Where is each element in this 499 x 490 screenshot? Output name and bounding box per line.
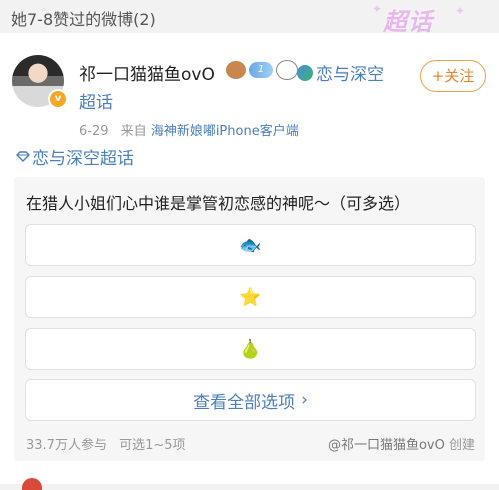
poll-card: 在猎人小姐们心中谁是掌管初恋感的神呢～（可多选） 🐟 ⭐ 🍐 查看全部选项 › … — [14, 177, 485, 461]
user-badges: 1 — [226, 60, 298, 80]
topic-tag-label: 恋与深空超话 — [32, 149, 134, 169]
created-suffix: 创建 — [448, 438, 475, 453]
topic-link[interactable]: 恋与深空 — [297, 60, 384, 85]
diamond-icon — [16, 151, 30, 162]
chevron-right-icon: › — [301, 390, 308, 410]
participant-count: 33.7万人参与 — [26, 438, 107, 453]
topic-suffix[interactable]: 超话 — [79, 88, 113, 113]
topic-name: 恋与深空 — [316, 65, 384, 85]
poll-option-3[interactable]: 🍐 — [25, 328, 476, 370]
topic-tag[interactable]: 恋与深空超话 — [16, 144, 134, 169]
source-prefix: 来自 — [120, 124, 147, 139]
post-meta: 6-29 来自 海神新娘嘟iPhone客户端 — [79, 120, 299, 139]
panda-icon — [276, 60, 298, 80]
sparkle-icon: ✦ — [455, 4, 466, 18]
follow-button[interactable]: +关注 — [420, 60, 486, 92]
poll-stats: 33.7万人参与 可选1~5项 — [26, 434, 186, 453]
sparkle-icon: ✦ — [372, 2, 383, 16]
username[interactable]: 祁一口猫猫鱼ovO — [79, 60, 215, 85]
liked-posts-title: 她7-8赞过的微博(2) — [11, 10, 156, 29]
star-icon: ⭐ — [239, 286, 262, 308]
view-all-label: 查看全部选项 — [193, 392, 296, 413]
post-date: 6-29 — [79, 124, 109, 139]
chaohua-badge: 超话 — [383, 8, 433, 36]
choice-rule: 可选1~5项 — [119, 438, 186, 453]
verified-badge-icon: v — [48, 89, 68, 109]
poll-option-1[interactable]: 🐟 — [25, 224, 476, 266]
creator-link[interactable]: @祁一口猫猫鱼ovO — [328, 438, 445, 453]
topic-icon — [297, 64, 313, 81]
poll-question: 在猎人小姐们心中谁是掌管初恋感的神呢～（可多选） — [26, 194, 411, 213]
pear-icon: 🍐 — [239, 338, 262, 360]
view-all-options-button[interactable]: 查看全部选项 › — [25, 379, 476, 421]
level-badge: 1 — [249, 62, 273, 78]
source-device[interactable]: 海神新娘嘟iPhone客户端 — [151, 124, 299, 139]
poll-creator: @祁一口猫猫鱼ovO 创建 — [328, 434, 475, 453]
fish-icon: 🐟 — [239, 234, 262, 256]
poll-option-2[interactable]: ⭐ — [25, 276, 476, 318]
top-bar: 她7-8赞过的微博(2) ✦ 超话 ✦ — [0, 0, 499, 36]
medal-icon — [226, 61, 246, 79]
